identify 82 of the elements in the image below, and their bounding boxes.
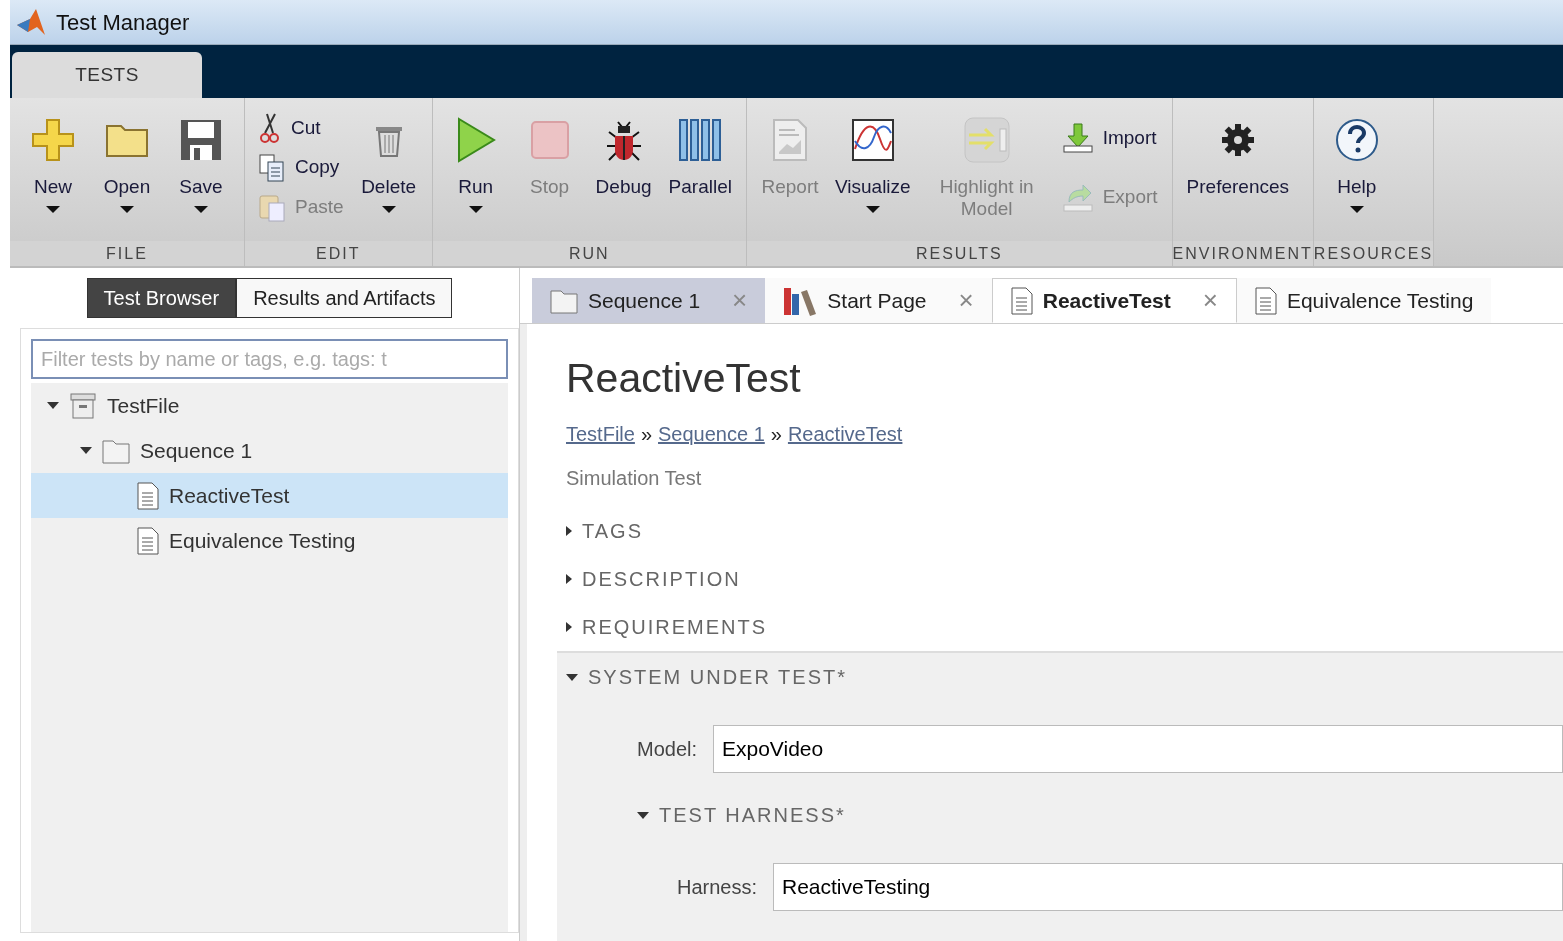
scissors-icon	[259, 113, 281, 143]
document-tab[interactable]: ReactiveTest ×	[991, 278, 1237, 323]
document-tab[interactable]: Start Page ×	[765, 278, 992, 323]
filter-field[interactable]: Filter tests by name or tags, e.g. tags: t	[31, 339, 508, 379]
group-label: RESOURCES	[1313, 241, 1434, 266]
document-icon	[1254, 286, 1277, 315]
breadcrumb-link[interactable]: Sequence 1	[658, 419, 765, 450]
document-icon	[1010, 286, 1033, 315]
breadcrumb-link[interactable]: ReactiveTest	[787, 419, 903, 450]
toolbar-button[interactable]: Copy	[253, 151, 350, 184]
box-icon	[69, 391, 97, 420]
section-header[interactable]: REQUIREMENTS	[557, 603, 1563, 652]
text-field[interactable]: ExpoVideo	[713, 725, 1563, 774]
caret-icon	[1349, 205, 1364, 213]
folder-icon	[105, 122, 149, 158]
clipboard-icon	[259, 192, 285, 222]
books-icon	[783, 285, 818, 316]
toolbar-button[interactable]: Preferences	[1180, 108, 1296, 241]
browser-tab[interactable]: Test Browser	[86, 278, 237, 318]
window-title: Test Manager	[56, 8, 190, 37]
tree-item[interactable]: ReactiveTest	[31, 473, 508, 518]
help-icon	[1334, 118, 1379, 162]
document-icon	[137, 526, 159, 555]
toolbar-button[interactable]: Save	[166, 108, 236, 241]
group-label: RUN	[432, 241, 746, 266]
field-label: Harness:	[675, 875, 757, 901]
section-header[interactable]: TAGS	[557, 507, 1563, 556]
folder-icon	[102, 437, 130, 464]
vertical-bars-icon	[678, 118, 723, 162]
peak-logo-icon	[16, 8, 46, 36]
section-header[interactable]: DESCRIPTION	[557, 555, 1563, 604]
group-label: EDIT	[245, 241, 432, 266]
page-title: ReactiveTest	[566, 354, 802, 403]
play-icon	[455, 117, 496, 163]
stop-icon	[530, 121, 569, 159]
caret-icon	[120, 205, 134, 213]
toolbar-button[interactable]: Open	[92, 108, 162, 241]
section-header[interactable]: SYSTEM UNDER TEST*	[557, 653, 853, 702]
copy-icon	[259, 154, 285, 182]
document-tab[interactable]: Equivalence Testing	[1236, 278, 1492, 323]
folder-icon	[550, 287, 578, 314]
expand-toggle-icon[interactable]	[80, 447, 92, 454]
test-type-label: Simulation Test	[566, 466, 703, 492]
caret-icon	[468, 205, 483, 213]
download-arrow-icon	[1062, 122, 1093, 153]
toolbar-button[interactable]: Parallel	[662, 108, 738, 241]
group-label: RESULTS	[746, 241, 1172, 266]
toolbar-button[interactable]: Help	[1321, 108, 1392, 241]
toolbar-button[interactable]: Import	[1056, 120, 1164, 155]
line-chart-icon	[851, 119, 894, 161]
breadcrumb-separator: »	[770, 422, 782, 448]
caret-icon	[865, 205, 880, 213]
close-icon[interactable]: ×	[1202, 281, 1218, 320]
field-label: Model:	[635, 737, 697, 763]
toolbar-button[interactable]: Delete	[353, 108, 424, 241]
caret-icon	[194, 205, 208, 213]
document-tab[interactable]: Sequence 1 ×	[532, 278, 766, 323]
text-field[interactable]: ReactiveTesting	[773, 863, 1563, 912]
toolbar-button[interactable]: Debug	[588, 108, 659, 241]
gear-icon	[1220, 123, 1255, 157]
breadcrumb-separator: »	[640, 422, 653, 448]
toolbar-button[interactable]: Cut	[253, 111, 350, 145]
toolbar-button[interactable]: New	[18, 108, 88, 241]
tree-item[interactable]: Sequence 1	[31, 428, 508, 473]
ribbon-tab[interactable]: TESTS	[12, 52, 202, 98]
arrow-into-block-icon	[963, 117, 1010, 163]
expand-toggle-icon[interactable]	[47, 402, 59, 409]
caret-icon	[46, 205, 60, 213]
breadcrumb-link[interactable]: TestFile	[566, 419, 635, 450]
document-chart-icon	[771, 118, 808, 162]
document-icon	[137, 481, 159, 510]
toolbar-button[interactable]: Visualize	[828, 108, 917, 241]
plus-icon	[31, 118, 75, 162]
toolbar-button[interactable]: Run	[440, 108, 511, 241]
group-label: ENVIRONMENT	[1172, 241, 1313, 266]
tree-item[interactable]: TestFile	[31, 383, 508, 428]
section-header[interactable]: TEST HARNESS*	[557, 791, 852, 840]
curved-arrow-icon	[1062, 182, 1093, 213]
browser-tab[interactable]: Results and Artifacts	[236, 278, 453, 318]
group-label: FILE	[10, 241, 244, 266]
tree-item[interactable]: Equivalence Testing	[31, 518, 508, 563]
caret-icon	[381, 205, 396, 213]
